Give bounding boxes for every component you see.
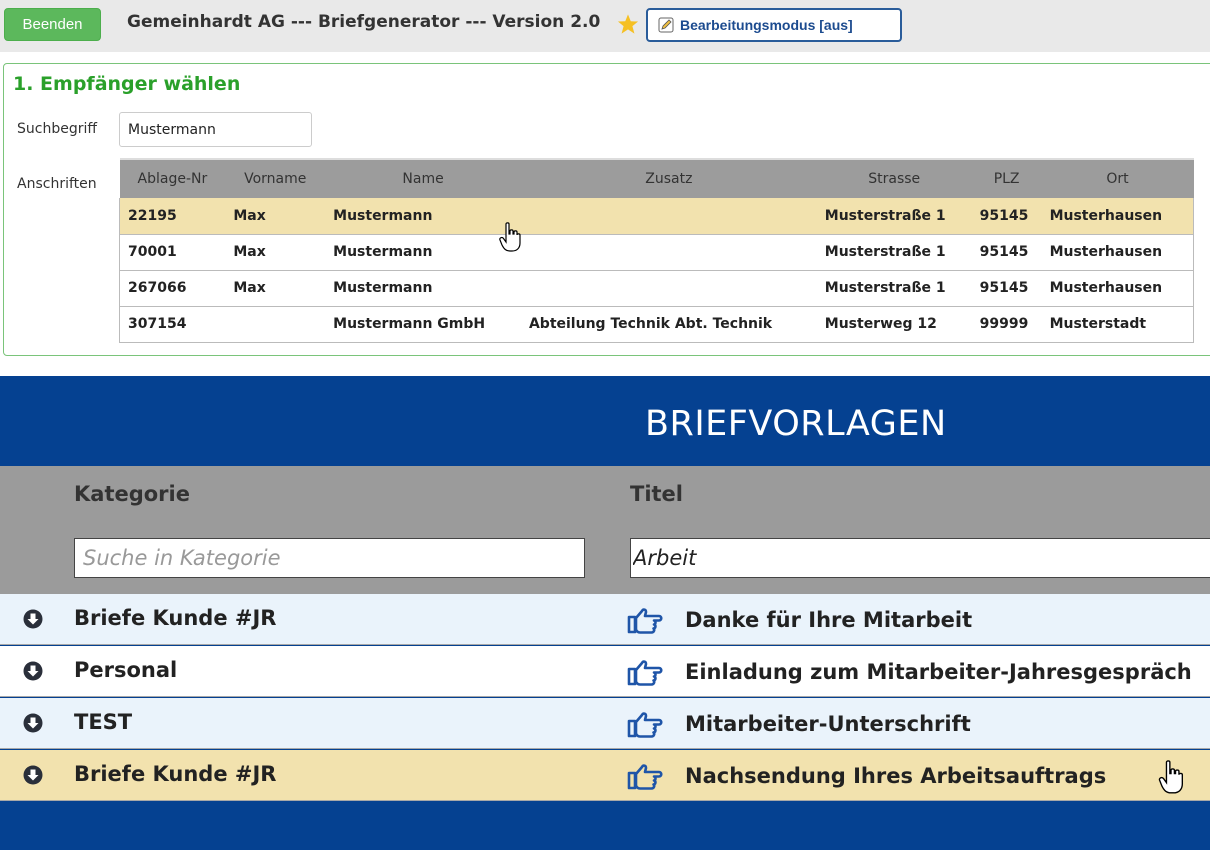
templates-filter-header: Kategorie Titel <box>0 466 1210 594</box>
cell-ablage: 267066 <box>119 270 226 307</box>
cell-zusatz <box>520 270 817 307</box>
cell-name: Mustermann <box>325 270 521 307</box>
template-title: Danke für Ihre Mitarbeit <box>685 608 973 632</box>
template-title: Nachsendung Ihres Arbeitsauftrags <box>685 764 1107 788</box>
cell-strasse: Musterweg 12 <box>816 306 972 343</box>
template-category: Briefe Kunde #JR <box>74 606 277 630</box>
section-title: 1. Empfänger wählen <box>13 73 241 95</box>
template-category: TEST <box>74 710 133 734</box>
pencil-icon <box>658 17 674 33</box>
search-input[interactable] <box>119 112 312 147</box>
template-title: Mitarbeiter-Unterschrift <box>685 712 971 736</box>
title-filter-input[interactable] <box>630 538 1210 578</box>
col-strasse[interactable]: Strasse <box>816 158 972 198</box>
cell-zusatz <box>520 234 817 271</box>
download-icon[interactable] <box>23 609 43 629</box>
table-row[interactable]: 307154 Mustermann GmbH Abteilung Technik… <box>119 306 1194 343</box>
cell-plz: 95145 <box>971 270 1042 307</box>
cell-ort: Musterhausen <box>1041 270 1194 307</box>
col-ablage[interactable]: Ablage-Nr <box>119 158 226 198</box>
cell-ablage: 307154 <box>119 306 226 343</box>
download-icon[interactable] <box>23 713 43 733</box>
edit-mode-button[interactable]: Bearbeitungsmodus [aus] <box>646 8 902 42</box>
cell-plz: 99999 <box>971 306 1042 343</box>
download-icon[interactable] <box>23 765 43 785</box>
cell-strasse: Musterstraße 1 <box>816 198 972 235</box>
col-vorname[interactable]: Vorname <box>225 158 326 198</box>
cell-plz: 95145 <box>971 234 1042 271</box>
table-row[interactable]: 267066 Max Mustermann Musterstraße 1 951… <box>119 270 1194 307</box>
recipient-panel: 1. Empfänger wählen Suchbegriff Anschrif… <box>3 63 1210 356</box>
edit-mode-label: Bearbeitungsmodus [aus] <box>680 17 853 33</box>
cell-name: Mustermann GmbH <box>325 306 521 343</box>
cell-vorname: Max <box>225 234 326 271</box>
pointing-hand-icon[interactable] <box>627 762 663 790</box>
cell-name: Mustermann <box>325 234 521 271</box>
col-plz[interactable]: PLZ <box>971 158 1042 198</box>
toolbar: Beenden Gemeinhardt AG --- Briefgenerato… <box>0 0 1210 52</box>
col-ort[interactable]: Ort <box>1041 158 1194 198</box>
template-row[interactable]: TEST Mitarbeiter-Unterschrift <box>0 698 1210 749</box>
cell-plz: 95145 <box>971 198 1042 235</box>
templates-section: BRIEFVORLAGEN Kategorie Titel Briefe Kun… <box>0 376 1210 850</box>
col-name[interactable]: Name <box>325 158 521 198</box>
template-category: Personal <box>74 658 178 682</box>
table-row[interactable]: 70001 Max Mustermann Musterstraße 1 9514… <box>119 234 1194 271</box>
quit-button[interactable]: Beenden <box>4 8 101 41</box>
template-title: Einladung zum Mitarbeiter-Jahresgespräch <box>685 660 1192 684</box>
template-row[interactable]: Personal Einladung zum Mitarbeiter-Jahre… <box>0 646 1210 697</box>
cell-zusatz <box>520 198 817 235</box>
cell-vorname: Max <box>225 198 326 235</box>
table-row[interactable]: 22195 Max Mustermann Musterstraße 1 9514… <box>119 198 1194 235</box>
pointing-hand-icon[interactable] <box>627 658 663 686</box>
cell-vorname: Max <box>225 270 326 307</box>
star-icon[interactable] <box>617 13 639 35</box>
cell-ablage: 22195 <box>119 198 226 235</box>
templates-title: BRIEFVORLAGEN <box>645 404 947 444</box>
template-row[interactable]: Briefe Kunde #JR Nachsendung Ihres Arbei… <box>0 750 1210 801</box>
hand-cursor-icon <box>499 222 521 252</box>
pointing-hand-icon[interactable] <box>627 606 663 634</box>
cell-vorname <box>225 306 326 343</box>
address-table-header: Ablage-Nr Vorname Name Zusatz Strasse PL… <box>119 158 1194 198</box>
cell-zusatz: Abteilung Technik Abt. Technik <box>520 306 817 343</box>
search-label: Suchbegriff <box>17 121 98 137</box>
cell-ort: Musterstadt <box>1041 306 1194 343</box>
download-icon[interactable] <box>23 661 43 681</box>
cell-name: Mustermann <box>325 198 521 235</box>
addresses-label: Anschriften <box>17 176 97 192</box>
col-zusatz[interactable]: Zusatz <box>520 158 817 198</box>
category-filter-input[interactable] <box>74 538 585 578</box>
address-table: Ablage-Nr Vorname Name Zusatz Strasse PL… <box>119 158 1194 343</box>
app-title: Gemeinhardt AG --- Briefgenerator --- Ve… <box>127 12 601 32</box>
cell-ort: Musterhausen <box>1041 234 1194 271</box>
cell-strasse: Musterstraße 1 <box>816 270 972 307</box>
cell-ort: Musterhausen <box>1041 198 1194 235</box>
col-category-header[interactable]: Kategorie <box>74 482 190 506</box>
cell-ablage: 70001 <box>119 234 226 271</box>
hand-cursor-icon <box>1158 760 1184 794</box>
template-row[interactable]: Briefe Kunde #JR Danke für Ihre Mitarbei… <box>0 594 1210 645</box>
col-title-header[interactable]: Titel <box>630 482 683 506</box>
pointing-hand-icon[interactable] <box>627 710 663 738</box>
cell-strasse: Musterstraße 1 <box>816 234 972 271</box>
template-category: Briefe Kunde #JR <box>74 762 277 786</box>
